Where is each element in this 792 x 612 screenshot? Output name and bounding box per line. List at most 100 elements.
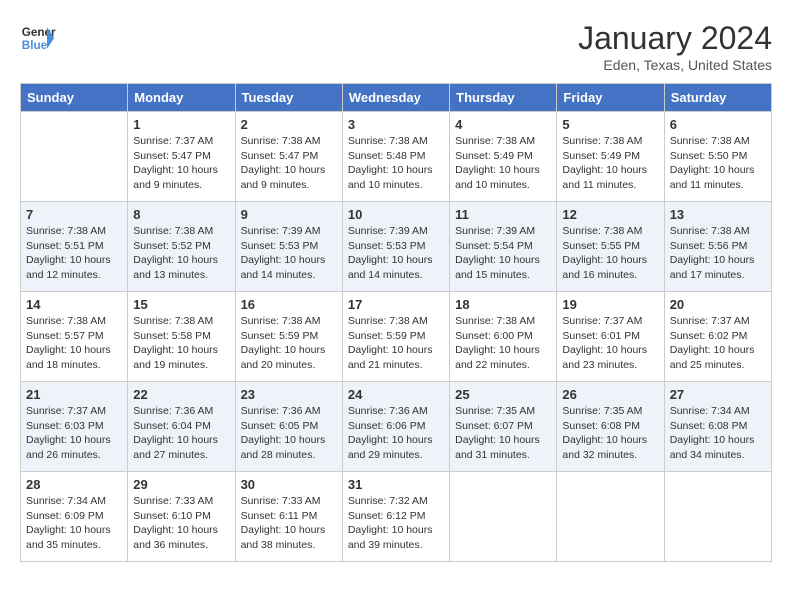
day-number: 3 — [348, 117, 444, 132]
day-cell: 2 Sunrise: 7:38 AM Sunset: 5:47 PM Daylig… — [235, 112, 342, 202]
day-info: Sunrise: 7:38 AM Sunset: 5:50 PM Dayligh… — [670, 134, 766, 193]
week-row-3: 14 Sunrise: 7:38 AM Sunset: 5:57 PM Dayli… — [21, 292, 772, 382]
day-info: Sunrise: 7:38 AM Sunset: 5:56 PM Dayligh… — [670, 224, 766, 283]
week-row-4: 21Sunrise: 7:37 AM Sunset: 6:03 PM Dayli… — [21, 382, 772, 472]
day-info: Sunrise: 7:37 AM Sunset: 6:01 PM Dayligh… — [562, 314, 658, 373]
svg-text:Blue: Blue — [22, 39, 48, 52]
day-info: Sunrise: 7:37 AM Sunset: 6:03 PM Dayligh… — [26, 404, 122, 463]
day-cell: 11 Sunrise: 7:39 AM Sunset: 5:54 PM Dayli… — [450, 202, 557, 292]
day-info: Sunrise: 7:32 AM Sunset: 6:12 PM Dayligh… — [348, 494, 444, 553]
day-cell: 9 Sunrise: 7:39 AM Sunset: 5:53 PM Daylig… — [235, 202, 342, 292]
day-number: 29 — [133, 477, 229, 492]
column-header-sunday: Sunday — [21, 84, 128, 112]
calendar-table: SundayMondayTuesdayWednesdayThursdayFrid… — [20, 83, 772, 562]
day-info: Sunrise: 7:38 AM Sunset: 5:52 PM Dayligh… — [133, 224, 229, 283]
day-info: Sunrise: 7:36 AM Sunset: 6:05 PM Dayligh… — [241, 404, 337, 463]
day-cell: 6 Sunrise: 7:38 AM Sunset: 5:50 PM Daylig… — [664, 112, 771, 202]
day-cell: 3 Sunrise: 7:38 AM Sunset: 5:48 PM Daylig… — [342, 112, 449, 202]
day-number: 10 — [348, 207, 444, 222]
day-cell: 18 Sunrise: 7:38 AM Sunset: 6:00 PM Dayli… — [450, 292, 557, 382]
day-number: 7 — [26, 207, 122, 222]
day-cell: 8 Sunrise: 7:38 AM Sunset: 5:52 PM Daylig… — [128, 202, 235, 292]
day-info: Sunrise: 7:33 AM Sunset: 6:11 PM Dayligh… — [241, 494, 337, 553]
location: Eden, Texas, United States — [578, 57, 772, 73]
day-info: Sunrise: 7:39 AM Sunset: 5:53 PM Dayligh… — [348, 224, 444, 283]
day-number: 6 — [670, 117, 766, 132]
day-cell: 24Sunrise: 7:36 AM Sunset: 6:06 PM Dayli… — [342, 382, 449, 472]
day-cell — [664, 472, 771, 562]
day-cell: 14 Sunrise: 7:38 AM Sunset: 5:57 PM Dayli… — [21, 292, 128, 382]
day-cell: 26 Sunrise: 7:35 AM Sunset: 6:08 PM Dayli… — [557, 382, 664, 472]
day-cell: 5 Sunrise: 7:38 AM Sunset: 5:49 PM Daylig… — [557, 112, 664, 202]
column-header-tuesday: Tuesday — [235, 84, 342, 112]
day-number: 9 — [241, 207, 337, 222]
day-number: 18 — [455, 297, 551, 312]
day-cell: 23 Sunrise: 7:36 AM Sunset: 6:05 PM Dayli… — [235, 382, 342, 472]
day-info: Sunrise: 7:38 AM Sunset: 5:51 PM Dayligh… — [26, 224, 122, 283]
header-row: SundayMondayTuesdayWednesdayThursdayFrid… — [21, 84, 772, 112]
day-number: 2 — [241, 117, 337, 132]
day-cell — [21, 112, 128, 202]
day-number: 26 — [562, 387, 658, 402]
column-header-monday: Monday — [128, 84, 235, 112]
column-header-saturday: Saturday — [664, 84, 771, 112]
day-info: Sunrise: 7:38 AM Sunset: 5:55 PM Dayligh… — [562, 224, 658, 283]
day-cell: 27 Sunrise: 7:34 AM Sunset: 6:08 PM Dayli… — [664, 382, 771, 472]
day-info: Sunrise: 7:38 AM Sunset: 5:47 PM Dayligh… — [241, 134, 337, 193]
day-cell: 12 Sunrise: 7:38 AM Sunset: 5:55 PM Dayli… — [557, 202, 664, 292]
day-cell: 25Sunrise: 7:35 AM Sunset: 6:07 PM Dayli… — [450, 382, 557, 472]
day-info: Sunrise: 7:39 AM Sunset: 5:54 PM Dayligh… — [455, 224, 551, 283]
day-number: 20 — [670, 297, 766, 312]
day-number: 17 — [348, 297, 444, 312]
day-cell: 20Sunrise: 7:37 AM Sunset: 6:02 PM Dayli… — [664, 292, 771, 382]
day-cell: 17 Sunrise: 7:38 AM Sunset: 5:59 PM Dayli… — [342, 292, 449, 382]
week-row-5: 28 Sunrise: 7:34 AM Sunset: 6:09 PM Dayli… — [21, 472, 772, 562]
page-header: General Blue January 2024 Eden, Texas, U… — [20, 20, 772, 73]
day-info: Sunrise: 7:35 AM Sunset: 6:08 PM Dayligh… — [562, 404, 658, 463]
day-info: Sunrise: 7:38 AM Sunset: 6:00 PM Dayligh… — [455, 314, 551, 373]
logo-icon: General Blue — [20, 20, 56, 56]
day-cell: 30Sunrise: 7:33 AM Sunset: 6:11 PM Dayli… — [235, 472, 342, 562]
day-info: Sunrise: 7:38 AM Sunset: 5:57 PM Dayligh… — [26, 314, 122, 373]
day-cell: 21Sunrise: 7:37 AM Sunset: 6:03 PM Dayli… — [21, 382, 128, 472]
week-row-2: 7 Sunrise: 7:38 AM Sunset: 5:51 PM Daylig… — [21, 202, 772, 292]
day-number: 14 — [26, 297, 122, 312]
day-number: 24 — [348, 387, 444, 402]
day-number: 11 — [455, 207, 551, 222]
day-number: 27 — [670, 387, 766, 402]
day-number: 16 — [241, 297, 337, 312]
day-info: Sunrise: 7:34 AM Sunset: 6:09 PM Dayligh… — [26, 494, 122, 553]
day-info: Sunrise: 7:38 AM Sunset: 5:48 PM Dayligh… — [348, 134, 444, 193]
day-cell: 16 Sunrise: 7:38 AM Sunset: 5:59 PM Dayli… — [235, 292, 342, 382]
day-info: Sunrise: 7:38 AM Sunset: 5:49 PM Dayligh… — [455, 134, 551, 193]
day-info: Sunrise: 7:38 AM Sunset: 5:59 PM Dayligh… — [241, 314, 337, 373]
day-info: Sunrise: 7:39 AM Sunset: 5:53 PM Dayligh… — [241, 224, 337, 283]
column-header-thursday: Thursday — [450, 84, 557, 112]
day-info: Sunrise: 7:38 AM Sunset: 5:59 PM Dayligh… — [348, 314, 444, 373]
day-cell — [450, 472, 557, 562]
day-number: 31 — [348, 477, 444, 492]
day-info: Sunrise: 7:38 AM Sunset: 5:49 PM Dayligh… — [562, 134, 658, 193]
logo: General Blue — [20, 20, 56, 56]
day-cell: 13Sunrise: 7:38 AM Sunset: 5:56 PM Dayli… — [664, 202, 771, 292]
column-header-wednesday: Wednesday — [342, 84, 449, 112]
day-number: 12 — [562, 207, 658, 222]
day-number: 1 — [133, 117, 229, 132]
day-cell: 15Sunrise: 7:38 AM Sunset: 5:58 PM Dayli… — [128, 292, 235, 382]
day-number: 4 — [455, 117, 551, 132]
day-number: 19 — [562, 297, 658, 312]
day-cell: 10 Sunrise: 7:39 AM Sunset: 5:53 PM Dayli… — [342, 202, 449, 292]
day-info: Sunrise: 7:37 AM Sunset: 5:47 PM Dayligh… — [133, 134, 229, 193]
day-number: 23 — [241, 387, 337, 402]
day-cell: 29Sunrise: 7:33 AM Sunset: 6:10 PM Dayli… — [128, 472, 235, 562]
day-number: 8 — [133, 207, 229, 222]
day-info: Sunrise: 7:34 AM Sunset: 6:08 PM Dayligh… — [670, 404, 766, 463]
day-number: 28 — [26, 477, 122, 492]
column-header-friday: Friday — [557, 84, 664, 112]
day-cell — [557, 472, 664, 562]
day-number: 5 — [562, 117, 658, 132]
day-cell: 19 Sunrise: 7:37 AM Sunset: 6:01 PM Dayli… — [557, 292, 664, 382]
week-row-1: 1 Sunrise: 7:37 AM Sunset: 5:47 PM Daylig… — [21, 112, 772, 202]
day-info: Sunrise: 7:38 AM Sunset: 5:58 PM Dayligh… — [133, 314, 229, 373]
day-cell: 22Sunrise: 7:36 AM Sunset: 6:04 PM Dayli… — [128, 382, 235, 472]
